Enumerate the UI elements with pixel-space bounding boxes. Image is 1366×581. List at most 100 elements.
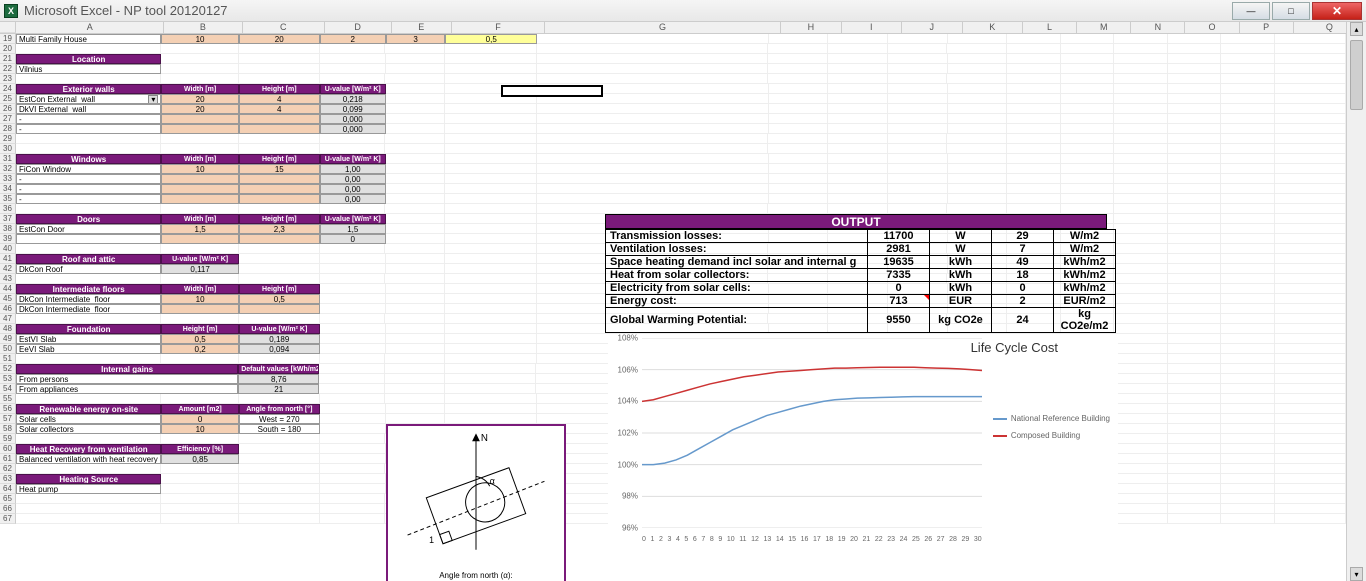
heating-header[interactable]: Heating Source — [16, 474, 161, 484]
chart-legend: National Reference Building Composed Bui… — [993, 414, 1110, 448]
row-header-20[interactable]: 20 — [0, 44, 16, 54]
row-header-19[interactable]: 19 — [0, 34, 16, 44]
row-header-25[interactable]: 25 — [0, 94, 16, 104]
legend-item-composed: Composed Building — [1011, 431, 1080, 440]
row-header-24[interactable]: 24 — [0, 84, 16, 94]
col-header-K[interactable]: K — [963, 22, 1023, 33]
minimize-button[interactable]: — — [1232, 2, 1270, 20]
col-header-F[interactable]: F — [452, 22, 545, 33]
row-header-42[interactable]: 42 — [0, 264, 16, 274]
floors-header[interactable]: Intermediate floors — [16, 284, 161, 294]
row-header-67[interactable]: 67 — [0, 514, 16, 524]
col-header-P[interactable]: P — [1240, 22, 1294, 33]
col-header-B[interactable]: B — [164, 22, 242, 33]
row-header-61[interactable]: 61 — [0, 454, 16, 464]
row-header-23[interactable]: 23 — [0, 74, 16, 84]
row-header-58[interactable]: 58 — [0, 424, 16, 434]
output-unit: kWh — [930, 269, 992, 282]
location-header[interactable]: Location — [16, 54, 161, 64]
row-header-45[interactable]: 45 — [0, 294, 16, 304]
row-header-32[interactable]: 32 — [0, 164, 16, 174]
row-header-56[interactable]: 56 — [0, 404, 16, 414]
dropdown-icon[interactable]: ▾ — [148, 95, 158, 104]
row-header-41[interactable]: 41 — [0, 254, 16, 264]
row-header-28[interactable]: 28 — [0, 124, 16, 134]
col-header-D[interactable]: D — [325, 22, 392, 33]
row-header-62[interactable]: 62 — [0, 464, 16, 474]
wall-name[interactable]: EstCon External_wall▾ — [16, 94, 161, 104]
row-header-64[interactable]: 64 — [0, 484, 16, 494]
row-header-43[interactable]: 43 — [0, 274, 16, 284]
hrv-header[interactable]: Heat Recovery from ventilation — [16, 444, 161, 454]
row-header-40[interactable]: 40 — [0, 244, 16, 254]
maximize-button[interactable]: □ — [1272, 2, 1310, 20]
gains-header[interactable]: Internal gains — [16, 364, 238, 374]
col-header-O[interactable]: O — [1185, 22, 1239, 33]
worksheet-grid[interactable]: 19Multi Family House1020230,52021Locatio… — [0, 34, 1346, 581]
col-header-M[interactable]: M — [1077, 22, 1131, 33]
exterior-walls-header[interactable]: Exterior walls — [16, 84, 161, 94]
col-header-J[interactable]: J — [902, 22, 962, 33]
row-header-29[interactable]: 29 — [0, 134, 16, 144]
row-header-36[interactable]: 36 — [0, 204, 16, 214]
row-header-44[interactable]: 44 — [0, 284, 16, 294]
row-header-63[interactable]: 63 — [0, 474, 16, 484]
column-header-row[interactable]: ABCDEFGHIJKLMNOPQ — [0, 22, 1366, 34]
col-header-G[interactable]: G — [545, 22, 781, 33]
scrollbar-thumb[interactable] — [1350, 40, 1363, 110]
row-header-52[interactable]: 52 — [0, 364, 16, 374]
scroll-down-arrow[interactable]: ▾ — [1350, 567, 1363, 581]
vertical-scrollbar[interactable]: ▴ ▾ — [1346, 22, 1366, 581]
wall-name[interactable]: DkVI External_wall — [16, 104, 161, 114]
row-header-35[interactable]: 35 — [0, 194, 16, 204]
row-header-27[interactable]: 27 — [0, 114, 16, 124]
location-value[interactable]: Vilnius — [16, 64, 161, 74]
life-cycle-cost-chart[interactable]: Life Cycle Cost 96%98%100%102%104%106%10… — [608, 334, 1118, 549]
row-header-26[interactable]: 26 — [0, 104, 16, 114]
row-header-33[interactable]: 33 — [0, 174, 16, 184]
row-header-59[interactable]: 59 — [0, 434, 16, 444]
col-header-I[interactable]: I — [842, 22, 902, 33]
x-tick-label: 29 — [961, 536, 969, 543]
col-header-H[interactable]: H — [781, 22, 841, 33]
doors-header[interactable]: Doors — [16, 214, 161, 224]
cell-selection[interactable] — [501, 85, 603, 97]
row-header-50[interactable]: 50 — [0, 344, 16, 354]
row-header-22[interactable]: 22 — [0, 64, 16, 74]
col-header-C[interactable]: C — [243, 22, 325, 33]
foundation-header[interactable]: Foundation — [16, 324, 161, 334]
row-header-46[interactable]: 46 — [0, 304, 16, 314]
row-header-53[interactable]: 53 — [0, 374, 16, 384]
row-header-57[interactable]: 57 — [0, 414, 16, 424]
row-header-38[interactable]: 38 — [0, 224, 16, 234]
wall-name[interactable]: - — [16, 114, 161, 124]
row-header-31[interactable]: 31 — [0, 154, 16, 164]
row-header-66[interactable]: 66 — [0, 504, 16, 514]
col-header-N[interactable]: N — [1131, 22, 1185, 33]
row-header-39[interactable]: 39 — [0, 234, 16, 244]
row-header-49[interactable]: 49 — [0, 334, 16, 344]
row-header-55[interactable]: 55 — [0, 394, 16, 404]
output-value2: 29 — [992, 230, 1054, 243]
row-header-54[interactable]: 54 — [0, 384, 16, 394]
windows-header[interactable]: Windows — [16, 154, 161, 164]
row-header-48[interactable]: 48 — [0, 324, 16, 334]
close-button[interactable]: ✕ — [1312, 2, 1362, 20]
wall-name[interactable]: - — [16, 124, 161, 134]
row-header-37[interactable]: 37 — [0, 214, 16, 224]
multi-family-label[interactable]: Multi Family House — [16, 34, 161, 44]
row-header-21[interactable]: 21 — [0, 54, 16, 64]
row-header-34[interactable]: 34 — [0, 184, 16, 194]
col-header-A[interactable]: A — [16, 22, 164, 33]
row-header-51[interactable]: 51 — [0, 354, 16, 364]
row-header-30[interactable]: 30 — [0, 144, 16, 154]
output-value2: 24 — [992, 308, 1054, 333]
col-header-L[interactable]: L — [1023, 22, 1077, 33]
row-header-47[interactable]: 47 — [0, 314, 16, 324]
renewable-header[interactable]: Renewable energy on-site — [16, 404, 161, 414]
col-header-E[interactable]: E — [392, 22, 452, 33]
roof-header[interactable]: Roof and attic — [16, 254, 161, 264]
scroll-up-arrow[interactable]: ▴ — [1350, 22, 1363, 36]
row-header-60[interactable]: 60 — [0, 444, 16, 454]
row-header-65[interactable]: 65 — [0, 494, 16, 504]
